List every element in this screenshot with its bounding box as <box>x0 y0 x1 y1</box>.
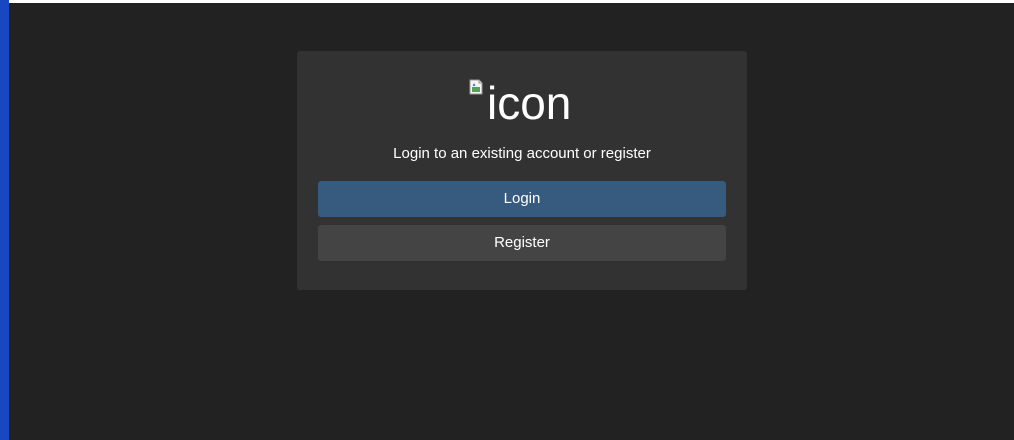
app-icon: icon <box>469 77 571 129</box>
left-edge-bar <box>0 0 9 440</box>
top-strip <box>0 0 1014 3</box>
app-icon-alt-text: icon <box>487 77 572 129</box>
login-button[interactable]: Login <box>318 181 726 217</box>
login-prompt: Login to an existing account or register <box>393 145 651 162</box>
register-button[interactable]: Register <box>318 225 726 261</box>
broken-image-icon <box>469 79 485 95</box>
login-card: icon Login to an existing account or reg… <box>297 51 747 290</box>
